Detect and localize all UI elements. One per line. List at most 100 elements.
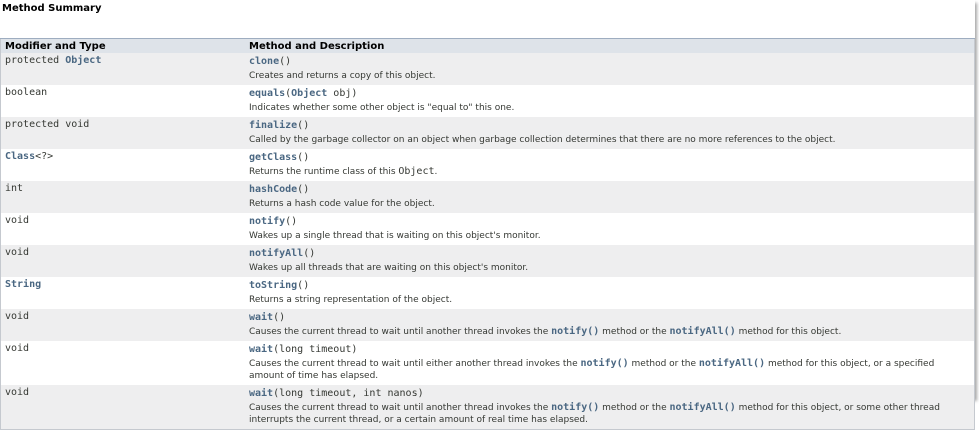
modifier-cell: int xyxy=(0,181,245,213)
type-link-class[interactable]: Class xyxy=(5,151,35,162)
table-row: Class<?> getClass() Returns the runtime … xyxy=(1,149,975,181)
method-description: Returns a string representation of the o… xyxy=(249,295,453,305)
modifier-cell: void xyxy=(1,341,246,385)
notify-link[interactable]: notify() xyxy=(551,402,599,413)
method-description: Causes the current thread to wait until … xyxy=(249,402,970,426)
method-link-notify[interactable]: notify xyxy=(249,216,285,227)
method-summary-table: Modifier and Type Method and Description… xyxy=(0,38,975,430)
method-params: (long timeout) xyxy=(273,344,358,355)
modifier-text: protected xyxy=(5,55,66,66)
param-type-link-object[interactable]: Object xyxy=(291,88,327,99)
description-text: Causes the current thread to wait until … xyxy=(249,359,581,369)
modifier-text: void xyxy=(5,215,30,226)
description-text: . xyxy=(434,167,438,177)
method-description: Wakes up all threads that are waiting on… xyxy=(249,263,529,273)
header-method-and-description: Method and Description xyxy=(245,38,975,53)
modifier-cell: String xyxy=(1,277,246,309)
method-description: Wakes up a single thread that is waiting… xyxy=(249,231,541,241)
method-params: obj) xyxy=(327,88,358,99)
method-cell: wait(long timeout, int nanos) Causes the… xyxy=(245,385,975,430)
method-description: Causes the current thread to wait until … xyxy=(249,326,970,338)
method-cell: clone() Creates and returns a copy of th… xyxy=(245,53,975,85)
header-modifier-and-type: Modifier and Type xyxy=(0,38,245,53)
method-link-notifyall[interactable]: notifyAll xyxy=(249,248,303,259)
modifier-cell: void xyxy=(0,309,245,341)
method-description: Creates and returns a copy of this objec… xyxy=(249,71,436,81)
type-link-string[interactable]: String xyxy=(5,279,41,290)
method-params: () xyxy=(297,120,310,131)
method-link-wait[interactable]: wait xyxy=(249,312,273,323)
method-link-tostring[interactable]: toString xyxy=(249,280,297,291)
table-row: void wait(long timeout, int nanos) Cause… xyxy=(0,385,975,430)
table-row: protected Object clone() Creates and ret… xyxy=(0,53,975,85)
table-row: void notify() Wakes up a single thread t… xyxy=(1,213,975,245)
table-row: void notifyAll() Wakes up all threads th… xyxy=(0,245,975,277)
notifyall-link[interactable]: notifyAll() xyxy=(669,326,735,337)
modifier-text: boolean xyxy=(5,87,48,98)
method-cell: notify() Wakes up a single thread that i… xyxy=(245,213,975,245)
modifier-text: void xyxy=(5,387,30,398)
method-cell: notifyAll() Wakes up all threads that ar… xyxy=(245,245,975,277)
modifier-cell: protected Object xyxy=(0,53,245,85)
modifier-text: void xyxy=(5,247,30,258)
modifier-text: protected void xyxy=(5,119,90,130)
description-text: Returns the runtime class of this xyxy=(249,167,399,177)
table-row: int hashCode() Returns a hash code value… xyxy=(0,181,975,213)
method-link-wait-timeout-nanos[interactable]: wait xyxy=(249,388,273,399)
notify-link[interactable]: notify() xyxy=(551,326,599,337)
table-row: String toString() Returns a string repre… xyxy=(1,277,975,309)
method-link-equals[interactable]: equals xyxy=(249,88,285,99)
method-summary-panel: Method Summary Modifier and Type Method … xyxy=(0,0,975,430)
method-params: () xyxy=(297,152,310,163)
method-params: () xyxy=(273,312,286,323)
modifier-cell: void xyxy=(0,245,245,277)
method-description: Returns the runtime class of this Object… xyxy=(249,166,970,178)
table-header-row: Modifier and Type Method and Description xyxy=(0,38,975,53)
notifyall-link[interactable]: notifyAll() xyxy=(699,358,765,369)
method-cell: hashCode() Returns a hash code value for… xyxy=(245,181,975,213)
notify-link[interactable]: notify() xyxy=(581,358,629,369)
table-row: void wait(long timeout) Causes the curre… xyxy=(1,341,975,385)
method-link-clone[interactable]: clone xyxy=(249,56,279,67)
modifier-cell: protected void xyxy=(0,117,245,149)
method-link-hashcode[interactable]: hashCode xyxy=(249,184,297,195)
method-params: () xyxy=(297,184,310,195)
description-text: Causes the current thread to wait until … xyxy=(249,403,552,413)
method-cell: equals(Object obj) Indicates whether som… xyxy=(245,85,975,117)
method-cell: finalize() Called by the garbage collect… xyxy=(245,117,975,149)
modifier-cell: void xyxy=(1,213,246,245)
type-link-object[interactable]: Object xyxy=(65,55,101,66)
method-link-finalize[interactable]: finalize xyxy=(249,120,297,131)
method-link-wait-timeout[interactable]: wait xyxy=(249,344,273,355)
description-text: method for this object. xyxy=(735,327,842,337)
table-row: void wait() Causes the current thread to… xyxy=(0,309,975,341)
method-cell: wait(long timeout) Causes the current th… xyxy=(245,341,975,385)
method-description: Indicates whether some other object is "… xyxy=(249,103,515,113)
modifier-cell: Class<?> xyxy=(1,149,246,181)
modifier-cell: boolean xyxy=(1,85,246,117)
method-link-getclass[interactable]: getClass xyxy=(249,152,297,163)
section-title: Method Summary xyxy=(2,3,102,14)
method-description: Called by the garbage collector on an ob… xyxy=(249,135,836,145)
description-text: method or the xyxy=(599,403,670,413)
table-row: protected void finalize() Called by the … xyxy=(0,117,975,149)
method-cell: toString() Returns a string representati… xyxy=(245,277,975,309)
method-params: () xyxy=(303,248,316,259)
notifyall-link[interactable]: notifyAll() xyxy=(669,402,735,413)
modifier-suffix: <?> xyxy=(35,151,54,162)
method-params: () xyxy=(297,280,310,291)
method-cell: getClass() Returns the runtime class of … xyxy=(245,149,975,181)
method-description: Returns a hash code value for the object… xyxy=(249,199,435,209)
modifier-cell: void xyxy=(0,385,245,430)
method-params: () xyxy=(279,56,292,67)
code-object: Object xyxy=(398,166,435,177)
table-row: boolean equals(Object obj) Indicates whe… xyxy=(1,85,975,117)
method-params: (long timeout, int nanos) xyxy=(273,388,424,399)
modifier-text: void xyxy=(5,311,30,322)
description-text: method or the xyxy=(599,327,670,337)
modifier-text: void xyxy=(5,343,30,354)
method-cell: wait() Causes the current thread to wait… xyxy=(245,309,975,341)
description-text: method or the xyxy=(628,359,699,369)
modifier-text: int xyxy=(5,183,24,194)
method-params: () xyxy=(285,216,298,227)
